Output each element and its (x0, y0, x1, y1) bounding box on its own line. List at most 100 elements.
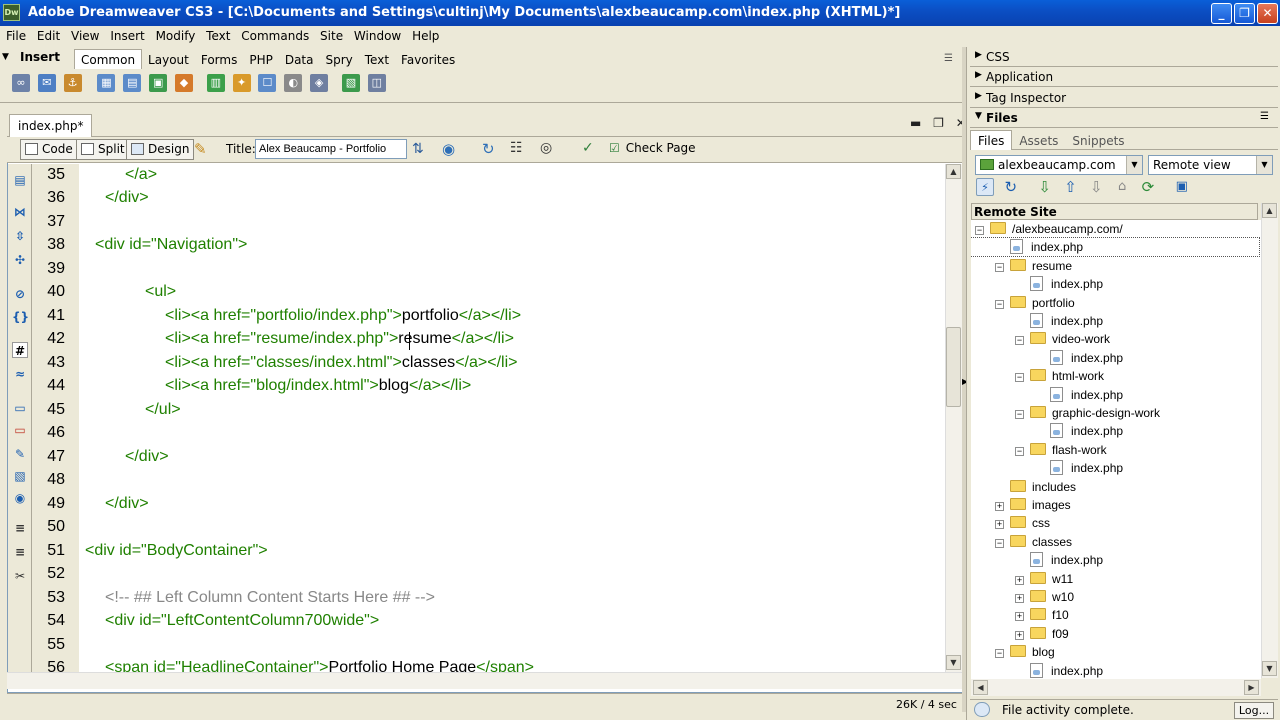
tab-spry[interactable]: Spry (319, 50, 358, 69)
script-icon[interactable]: ◈ (310, 74, 329, 92)
menu-edit[interactable]: Edit (37, 26, 60, 43)
tab-data[interactable]: Data (279, 50, 320, 69)
server-side-include-icon[interactable]: ✦ (232, 74, 251, 92)
collapse-icon[interactable]: − (975, 226, 984, 235)
expand-icon[interactable]: + (1015, 594, 1024, 603)
tree-folder[interactable]: − html-work (1015, 367, 1104, 385)
panel-css[interactable]: ▶ CSS (970, 48, 1278, 67)
expand-icon[interactable]: + (1015, 612, 1024, 622)
check-page-button[interactable]: ☑ Check Page (609, 141, 696, 155)
table-icon[interactable]: ▦ (97, 74, 116, 92)
menu-view[interactable]: View (71, 26, 99, 43)
doc-restore-icon[interactable]: ❐ (933, 116, 944, 130)
panel-tag-inspector[interactable]: ▶ Tag Inspector (970, 89, 1278, 108)
tab-files[interactable]: Files (970, 130, 1013, 150)
view-options-icon[interactable]: ☷ (510, 140, 523, 156)
collapse-icon[interactable]: − (1015, 410, 1024, 419)
code-horizontal-scrollbar[interactable] (7, 672, 964, 689)
live-view-icon[interactable]: ✎ (194, 140, 214, 160)
expand-files-icon[interactable]: ▣ (1173, 178, 1191, 196)
tree-folder[interactable]: includes (995, 478, 1076, 496)
remote-site-header[interactable]: Remote Site (971, 203, 1258, 220)
tree-folder[interactable]: + css (995, 514, 1050, 532)
preview-browser-icon[interactable]: ◉ (442, 140, 455, 158)
tree-folder[interactable]: − flash-work (1015, 441, 1107, 459)
tree-folder[interactable]: + w11 (1015, 570, 1073, 588)
tab-assets[interactable]: Assets (1012, 131, 1065, 150)
panel-options-icon[interactable]: ☰ (1260, 111, 1269, 122)
date-icon[interactable]: ▥ (206, 74, 225, 92)
tree-folder[interactable]: − video-work (1015, 330, 1110, 348)
menu-modify[interactable]: Modify (156, 26, 196, 43)
check-in-icon[interactable]: ⌂ (1113, 178, 1131, 196)
tree-folder[interactable]: − resume (995, 257, 1072, 275)
document-title-input[interactable] (255, 139, 407, 159)
named-anchor-icon[interactable]: ⚓ (63, 74, 82, 92)
connect-icon[interactable]: ⚡ (976, 178, 994, 196)
visual-aids-icon[interactable]: ◎ (540, 140, 552, 156)
tag-chooser-icon[interactable]: ◫ (367, 74, 386, 92)
tree-file[interactable]: index.php (971, 237, 1260, 258)
collapse-icon[interactable]: − (1015, 373, 1024, 383)
expand-icon[interactable]: + (1015, 575, 1024, 585)
tree-folder[interactable]: − graphic-design-work (1015, 404, 1160, 422)
tree-folder[interactable]: + f09 (1015, 625, 1069, 643)
scroll-right-icon[interactable]: ▶ (1244, 680, 1259, 695)
get-files-icon[interactable]: ⇩ (1036, 178, 1054, 196)
tree-folder[interactable]: − portfolio (995, 294, 1075, 312)
email-link-icon[interactable]: ✉ (37, 74, 56, 92)
menu-help[interactable]: Help (412, 26, 439, 43)
comment-icon[interactable]: ☐ (258, 74, 277, 92)
refresh-icon[interactable]: ↻ (482, 140, 495, 158)
code-view-button[interactable]: Code (20, 139, 78, 160)
menu-file[interactable]: File (6, 26, 26, 43)
code-vertical-scrollbar[interactable]: ▲ ▼ (945, 164, 962, 672)
panel-collapse-arrow-icon[interactable]: ▼ (2, 52, 9, 62)
close-button[interactable]: ✕ (1257, 3, 1278, 24)
tree-file[interactable]: index.php (1035, 349, 1123, 367)
collapse-icon[interactable]: − (1015, 336, 1024, 346)
tree-file[interactable]: index.php (1015, 551, 1103, 569)
tree-folder[interactable]: − classes (995, 533, 1072, 551)
tree-folder[interactable]: + w10 (1015, 588, 1074, 606)
file-management-icon[interactable]: ⇅ (412, 141, 424, 157)
doc-minimize-icon[interactable]: ▬ (910, 116, 921, 130)
tab-common[interactable]: Common (74, 49, 143, 69)
tab-text[interactable]: Text (359, 50, 395, 69)
collapse-icon[interactable]: − (995, 299, 1004, 309)
menu-commands[interactable]: Commands (241, 26, 309, 43)
site-select[interactable]: alexbeaucamp.com ▼ (975, 155, 1143, 175)
menu-window[interactable]: Window (354, 26, 401, 43)
tree-file[interactable]: index.php (1015, 662, 1103, 680)
collapse-icon[interactable]: − (995, 538, 1004, 548)
tree-file[interactable]: index.php (1015, 275, 1103, 293)
code-scroll-thumb[interactable] (946, 327, 961, 407)
menu-insert[interactable]: Insert (110, 26, 144, 43)
tree-folder[interactable]: + f10 (1015, 606, 1069, 624)
tree-folder[interactable]: − /alexbeaucamp.com/ (975, 220, 1123, 238)
tree-file[interactable]: index.php (1035, 459, 1123, 477)
log-button[interactable]: Log... (1234, 702, 1274, 719)
collapse-icon[interactable]: − (995, 649, 1004, 659)
code-editor[interactable]: </a> </div> <div id="Navigation"> <ul> <… (79, 164, 945, 672)
tab-forms[interactable]: Forms (195, 50, 243, 69)
design-view-button[interactable]: Design (126, 139, 195, 160)
split-view-button[interactable]: Split (76, 139, 130, 160)
expand-icon[interactable]: + (995, 520, 1004, 530)
scroll-up-icon[interactable]: ▲ (1262, 203, 1277, 218)
tree-folder[interactable]: + images (995, 496, 1071, 514)
div-tag-icon[interactable]: ▤ (123, 74, 142, 92)
tree-file[interactable]: index.php (1035, 422, 1123, 440)
tab-favorites[interactable]: Favorites (395, 50, 461, 69)
put-files-icon[interactable]: ⇧ (1061, 178, 1079, 196)
validate-markup-icon[interactable]: ✓ (582, 140, 594, 156)
head-icon[interactable]: ◐ (284, 74, 303, 92)
collapse-icon[interactable]: − (995, 262, 1004, 272)
hyperlink-icon[interactable]: ∞ (12, 74, 30, 92)
templates-icon[interactable]: ▧ (341, 74, 360, 92)
refresh-icon[interactable]: ↻ (1002, 178, 1020, 196)
scroll-down-icon[interactable]: ▼ (1262, 661, 1277, 676)
tree-folder[interactable]: − blog (995, 643, 1055, 661)
synchronize-icon[interactable]: ⟳ (1139, 178, 1157, 196)
panel-application[interactable]: ▶ Application (970, 68, 1278, 87)
